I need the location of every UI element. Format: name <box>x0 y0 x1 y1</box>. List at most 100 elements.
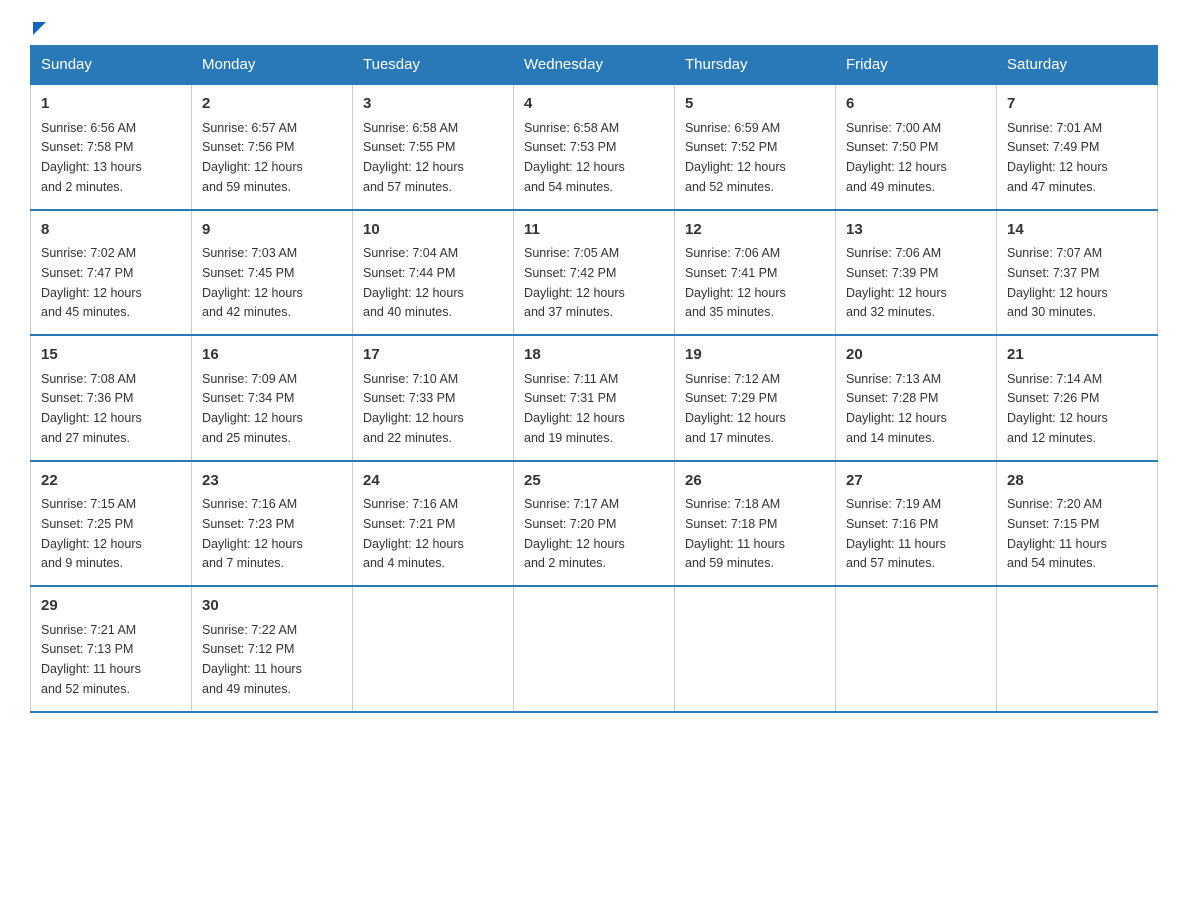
calendar-cell: 15 Sunrise: 7:08 AMSunset: 7:36 PMDayligh… <box>31 335 192 461</box>
weekday-header-wednesday: Wednesday <box>514 46 675 85</box>
day-number: 30 <box>202 595 342 618</box>
calendar-cell: 10 Sunrise: 7:04 AMSunset: 7:44 PMDayligh… <box>353 210 514 336</box>
day-number: 21 <box>1007 344 1147 367</box>
week-row-3: 15 Sunrise: 7:08 AMSunset: 7:36 PMDayligh… <box>31 335 1158 461</box>
day-number: 10 <box>363 219 503 242</box>
calendar-cell: 3 Sunrise: 6:58 AMSunset: 7:55 PMDaylight… <box>353 84 514 210</box>
calendar-cell: 23 Sunrise: 7:16 AMSunset: 7:23 PMDayligh… <box>192 461 353 587</box>
day-number: 11 <box>524 219 664 242</box>
day-sunrise: Sunrise: 7:00 AMSunset: 7:50 PMDaylight:… <box>846 121 947 194</box>
week-row-2: 8 Sunrise: 7:02 AMSunset: 7:47 PMDaylight… <box>31 210 1158 336</box>
day-number: 26 <box>685 470 825 493</box>
day-sunrise: Sunrise: 7:07 AMSunset: 7:37 PMDaylight:… <box>1007 246 1108 319</box>
calendar-cell: 21 Sunrise: 7:14 AMSunset: 7:26 PMDayligh… <box>997 335 1158 461</box>
day-number: 1 <box>41 93 181 116</box>
day-sunrise: Sunrise: 6:59 AMSunset: 7:52 PMDaylight:… <box>685 121 786 194</box>
day-sunrise: Sunrise: 7:08 AMSunset: 7:36 PMDaylight:… <box>41 372 142 445</box>
day-sunrise: Sunrise: 6:57 AMSunset: 7:56 PMDaylight:… <box>202 121 303 194</box>
day-number: 3 <box>363 93 503 116</box>
day-sunrise: Sunrise: 7:22 AMSunset: 7:12 PMDaylight:… <box>202 623 302 696</box>
day-number: 28 <box>1007 470 1147 493</box>
calendar-cell <box>675 586 836 712</box>
day-number: 9 <box>202 219 342 242</box>
weekday-header-row: SundayMondayTuesdayWednesdayThursdayFrid… <box>31 46 1158 85</box>
day-sunrise: Sunrise: 6:56 AMSunset: 7:58 PMDaylight:… <box>41 121 142 194</box>
day-number: 4 <box>524 93 664 116</box>
calendar-cell: 18 Sunrise: 7:11 AMSunset: 7:31 PMDayligh… <box>514 335 675 461</box>
day-number: 24 <box>363 470 503 493</box>
weekday-header-friday: Friday <box>836 46 997 85</box>
day-sunrise: Sunrise: 7:06 AMSunset: 7:41 PMDaylight:… <box>685 246 786 319</box>
calendar-cell: 17 Sunrise: 7:10 AMSunset: 7:33 PMDayligh… <box>353 335 514 461</box>
calendar-cell: 13Sunrise: 7:06 AMSunset: 7:39 PMDayligh… <box>836 210 997 336</box>
day-sunrise: Sunrise: 7:11 AMSunset: 7:31 PMDaylight:… <box>524 372 625 445</box>
weekday-header-sunday: Sunday <box>31 46 192 85</box>
weekday-header-monday: Monday <box>192 46 353 85</box>
calendar-cell: 14Sunrise: 7:07 AMSunset: 7:37 PMDayligh… <box>997 210 1158 336</box>
day-sunrise: Sunrise: 7:01 AMSunset: 7:49 PMDaylight:… <box>1007 121 1108 194</box>
day-number: 16 <box>202 344 342 367</box>
calendar-cell: 16Sunrise: 7:09 AMSunset: 7:34 PMDayligh… <box>192 335 353 461</box>
day-sunrise: Sunrise: 7:05 AMSunset: 7:42 PMDaylight:… <box>524 246 625 319</box>
day-sunrise: Sunrise: 7:10 AMSunset: 7:33 PMDaylight:… <box>363 372 464 445</box>
day-number: 19 <box>685 344 825 367</box>
calendar-cell: 7 Sunrise: 7:01 AMSunset: 7:49 PMDaylight… <box>997 84 1158 210</box>
weekday-header-saturday: Saturday <box>997 46 1158 85</box>
day-sunrise: Sunrise: 7:21 AMSunset: 7:13 PMDaylight:… <box>41 623 141 696</box>
day-number: 6 <box>846 93 986 116</box>
day-sunrise: Sunrise: 7:03 AMSunset: 7:45 PMDaylight:… <box>202 246 303 319</box>
day-sunrise: Sunrise: 7:18 AMSunset: 7:18 PMDaylight:… <box>685 497 785 570</box>
day-sunrise: Sunrise: 6:58 AMSunset: 7:53 PMDaylight:… <box>524 121 625 194</box>
calendar-cell: 20 Sunrise: 7:13 AMSunset: 7:28 PMDayligh… <box>836 335 997 461</box>
day-sunrise: Sunrise: 7:02 AMSunset: 7:47 PMDaylight:… <box>41 246 142 319</box>
calendar-cell: 5Sunrise: 6:59 AMSunset: 7:52 PMDaylight… <box>675 84 836 210</box>
week-row-4: 22Sunrise: 7:15 AMSunset: 7:25 PMDayligh… <box>31 461 1158 587</box>
calendar-cell: 25 Sunrise: 7:17 AMSunset: 7:20 PMDayligh… <box>514 461 675 587</box>
weekday-header-thursday: Thursday <box>675 46 836 85</box>
calendar-cell: 30 Sunrise: 7:22 AMSunset: 7:12 PMDayligh… <box>192 586 353 712</box>
calendar-cell <box>836 586 997 712</box>
calendar-cell: 24Sunrise: 7:16 AMSunset: 7:21 PMDayligh… <box>353 461 514 587</box>
week-row-1: 1 Sunrise: 6:56 AMSunset: 7:58 PMDaylight… <box>31 84 1158 210</box>
calendar-cell: 1 Sunrise: 6:56 AMSunset: 7:58 PMDaylight… <box>31 84 192 210</box>
calendar-cell: 28 Sunrise: 7:20 AMSunset: 7:15 PMDayligh… <box>997 461 1158 587</box>
logo <box>30 20 46 27</box>
day-sunrise: Sunrise: 7:15 AMSunset: 7:25 PMDaylight:… <box>41 497 142 570</box>
calendar-cell: 9 Sunrise: 7:03 AMSunset: 7:45 PMDaylight… <box>192 210 353 336</box>
day-number: 8 <box>41 219 181 242</box>
day-number: 23 <box>202 470 342 493</box>
week-row-5: 29 Sunrise: 7:21 AMSunset: 7:13 PMDayligh… <box>31 586 1158 712</box>
day-number: 20 <box>846 344 986 367</box>
calendar-cell: 11 Sunrise: 7:05 AMSunset: 7:42 PMDayligh… <box>514 210 675 336</box>
day-number: 7 <box>1007 93 1147 116</box>
day-sunrise: Sunrise: 7:13 AMSunset: 7:28 PMDaylight:… <box>846 372 947 445</box>
day-sunrise: Sunrise: 7:17 AMSunset: 7:20 PMDaylight:… <box>524 497 625 570</box>
calendar-cell: 22Sunrise: 7:15 AMSunset: 7:25 PMDayligh… <box>31 461 192 587</box>
day-sunrise: Sunrise: 6:58 AMSunset: 7:55 PMDaylight:… <box>363 121 464 194</box>
calendar-cell: 19 Sunrise: 7:12 AMSunset: 7:29 PMDayligh… <box>675 335 836 461</box>
day-number: 15 <box>41 344 181 367</box>
day-sunrise: Sunrise: 7:12 AMSunset: 7:29 PMDaylight:… <box>685 372 786 445</box>
calendar-cell <box>353 586 514 712</box>
calendar-cell: 8 Sunrise: 7:02 AMSunset: 7:47 PMDaylight… <box>31 210 192 336</box>
day-sunrise: Sunrise: 7:20 AMSunset: 7:15 PMDaylight:… <box>1007 497 1107 570</box>
day-sunrise: Sunrise: 7:16 AMSunset: 7:23 PMDaylight:… <box>202 497 303 570</box>
day-number: 12 <box>685 219 825 242</box>
day-number: 17 <box>363 344 503 367</box>
day-sunrise: Sunrise: 7:04 AMSunset: 7:44 PMDaylight:… <box>363 246 464 319</box>
day-sunrise: Sunrise: 7:14 AMSunset: 7:26 PMDaylight:… <box>1007 372 1108 445</box>
calendar-cell: 27Sunrise: 7:19 AMSunset: 7:16 PMDayligh… <box>836 461 997 587</box>
day-number: 25 <box>524 470 664 493</box>
calendar-cell: 4 Sunrise: 6:58 AMSunset: 7:53 PMDaylight… <box>514 84 675 210</box>
page-header <box>30 20 1158 27</box>
calendar-cell <box>997 586 1158 712</box>
calendar-table: SundayMondayTuesdayWednesdayThursdayFrid… <box>30 45 1158 713</box>
calendar-cell: 29 Sunrise: 7:21 AMSunset: 7:13 PMDayligh… <box>31 586 192 712</box>
weekday-header-tuesday: Tuesday <box>353 46 514 85</box>
day-sunrise: Sunrise: 7:19 AMSunset: 7:16 PMDaylight:… <box>846 497 946 570</box>
day-number: 29 <box>41 595 181 618</box>
calendar-cell: 12 Sunrise: 7:06 AMSunset: 7:41 PMDayligh… <box>675 210 836 336</box>
day-number: 13 <box>846 219 986 242</box>
day-number: 18 <box>524 344 664 367</box>
day-number: 2 <box>202 93 342 116</box>
